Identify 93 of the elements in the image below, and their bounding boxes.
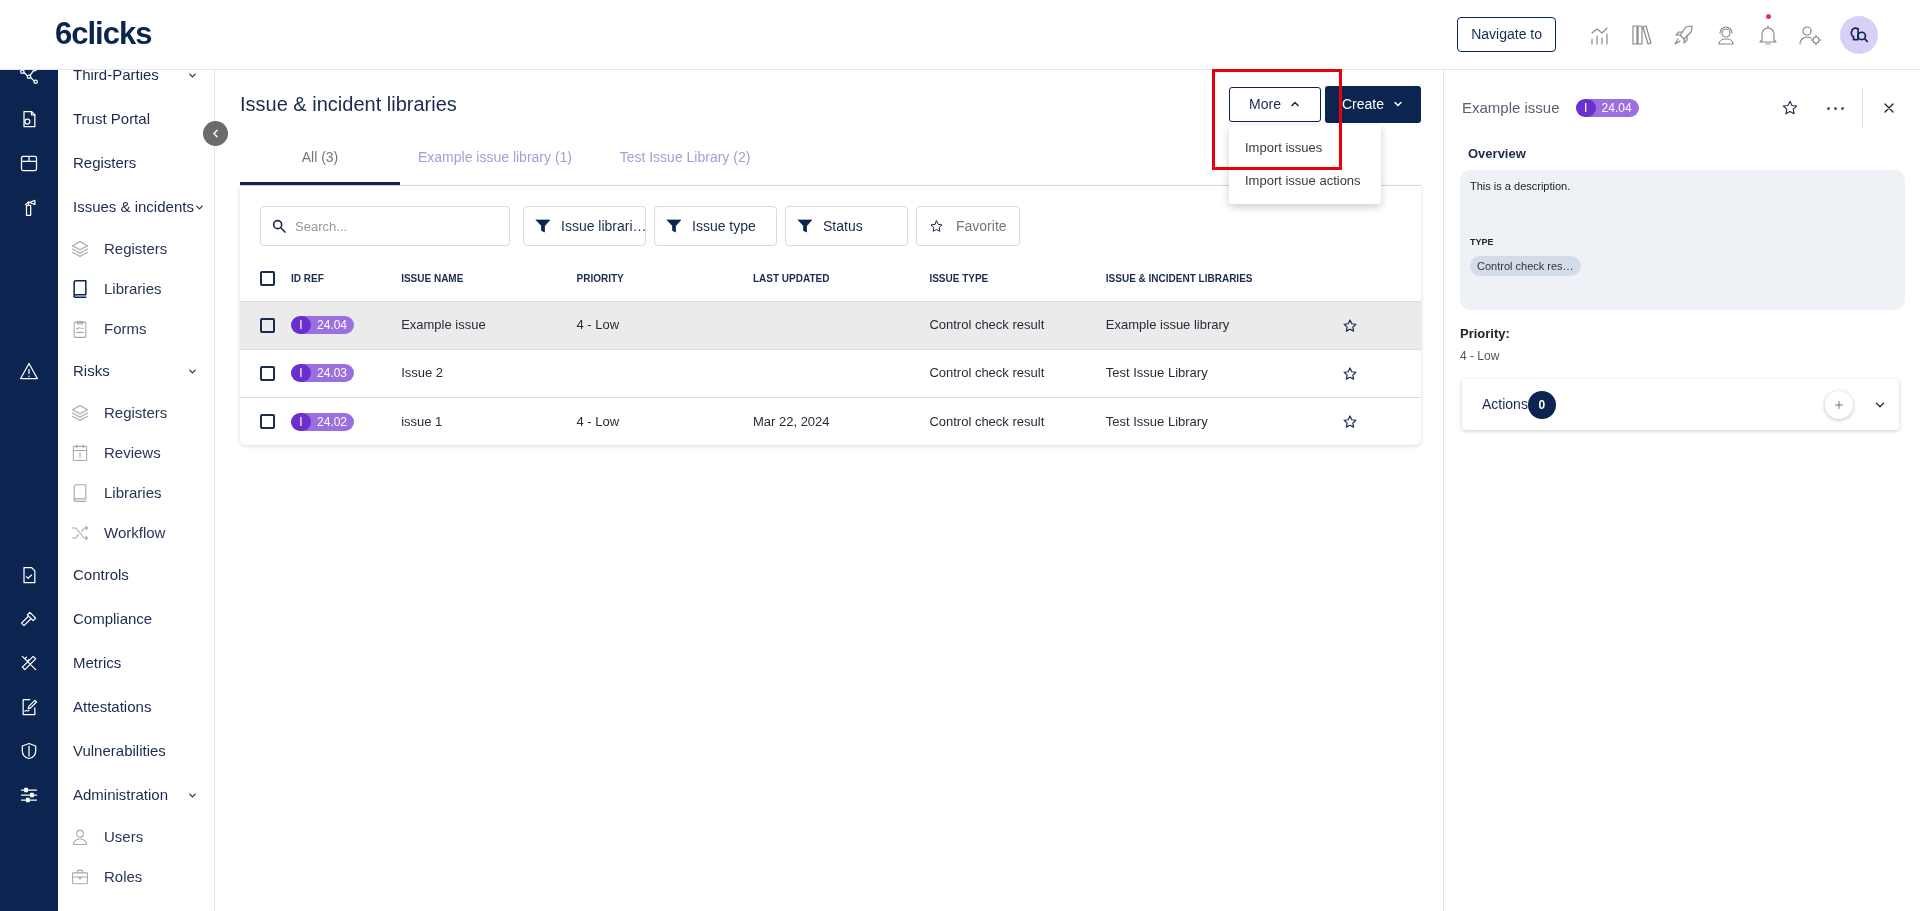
column-header: ISSUE NAME: [401, 272, 464, 284]
table-cell: 4 - Low: [576, 413, 620, 429]
sidebar-item[interactable]: Issues & incidents: [58, 185, 205, 229]
row-checkbox[interactable]: [260, 413, 275, 429]
funnel-icon: [534, 217, 552, 235]
sidebar-item[interactable]: Vulnerabilities: [58, 729, 198, 773]
field-label: TYPE: [1470, 236, 1495, 249]
menu-item[interactable]: Import issues: [1229, 130, 1381, 164]
tab[interactable]: All (3): [240, 134, 400, 185]
select-all-checkbox[interactable]: [260, 270, 275, 286]
table-cell: Control check result: [929, 365, 1045, 381]
count-badge: 0: [1527, 390, 1556, 419]
network-icon[interactable]: [19, 70, 39, 85]
favorite-star-icon[interactable]: [1342, 365, 1359, 382]
assistant-button[interactable]: [1840, 15, 1878, 54]
funnel-icon: [665, 217, 683, 235]
logo: 6clicks: [55, 15, 152, 54]
sidebar-item[interactable]: Users: [58, 817, 198, 857]
priority-value: 4 - Low: [1460, 348, 1501, 365]
sidebar-item[interactable]: Trust Portal: [58, 97, 198, 141]
column-header: LAST UPDATED: [752, 272, 830, 284]
funnel-icon: [796, 217, 814, 235]
rocket-icon: [1672, 22, 1696, 47]
sidebar-item[interactable]: Libraries: [58, 269, 198, 309]
panel-title: Example issue: [1462, 97, 1560, 118]
favorite-star-icon[interactable]: [1781, 99, 1799, 117]
favorite-filter-button[interactable]: Favorite: [916, 206, 1020, 246]
table-cell: Mar 22, 2024: [752, 413, 830, 429]
more-button[interactable]: More: [1229, 86, 1321, 122]
table-row[interactable]: I 24.03 Issue 2 Control check result Test Issue Library: [240, 349, 1421, 397]
table-row[interactable]: I 24.02 issue 1 4 - Low Mar 22, 2024 Control check result Test Issue Library: [240, 397, 1421, 445]
table-cell: Control check result: [929, 317, 1045, 333]
sidebar-item[interactable]: Forms: [58, 309, 198, 349]
collapse-sidebar-button[interactable]: [203, 121, 228, 146]
table-cell: Control check result: [929, 413, 1045, 429]
id-badge: I 24.03: [291, 364, 354, 383]
books-icon: [1630, 22, 1654, 47]
type-tag: Control check res…: [1470, 255, 1581, 276]
ruler-pencil-icon[interactable]: [19, 653, 39, 673]
section-label: Actions: [1482, 395, 1528, 414]
sidebar-item[interactable]: Registers: [58, 141, 198, 185]
filter-button[interactable]: Status: [785, 206, 908, 246]
id-badge: I 24.02: [291, 412, 354, 431]
sidebar-item[interactable]: Attestations: [58, 685, 198, 729]
sidebar-item[interactable]: Libraries: [58, 473, 198, 513]
filter-button[interactable]: Issue type: [654, 206, 777, 246]
sidebar-item[interactable]: Metrics: [58, 641, 198, 685]
box-icon[interactable]: [19, 153, 39, 173]
table-cell: Example issue: [401, 317, 486, 333]
id-badge: I 24.04: [291, 316, 354, 335]
search-field[interactable]: Search...: [260, 206, 510, 246]
table-cell: Issue 2: [401, 365, 444, 381]
page-title: Issue & incident libraries: [240, 92, 457, 116]
column-header: ISSUE TYPE: [929, 272, 989, 284]
sidebar-item[interactable]: Registers: [58, 229, 198, 269]
row-checkbox[interactable]: [260, 365, 275, 381]
shield-icon[interactable]: [19, 741, 39, 761]
table-cell: Example issue library: [1105, 317, 1230, 333]
hammer-icon[interactable]: [19, 609, 39, 629]
favorite-star-icon[interactable]: [1342, 414, 1359, 431]
sidebar-item[interactable]: Roles: [58, 857, 198, 897]
column-header: ID REF: [291, 272, 324, 284]
table-cell: 4 - Low: [576, 317, 620, 333]
table-row[interactable]: I 24.04 Example issue 4 - Low Control check result Example issue library: [240, 301, 1421, 349]
menu-item[interactable]: Import issue actions: [1229, 164, 1381, 198]
star-icon: [929, 218, 944, 234]
rocket-button[interactable]: [1672, 22, 1696, 47]
filter-button[interactable]: Issue librari…: [523, 206, 646, 246]
description-text: This is a description.: [1470, 178, 1572, 194]
warning-icon[interactable]: [19, 361, 39, 381]
sidebar-item[interactable]: Registers: [58, 393, 198, 433]
column-header: PRIORITY: [576, 272, 624, 284]
section-label: Overview: [1468, 145, 1527, 163]
column-header: ISSUE & INCIDENT LIBRARIES: [1105, 272, 1253, 284]
sidebar-item[interactable]: Workflow: [58, 513, 198, 553]
sliders-icon[interactable]: [19, 785, 39, 805]
search-icon: [271, 218, 287, 234]
row-checkbox[interactable]: [260, 317, 275, 333]
table-cell: Test Issue Library: [1105, 413, 1208, 429]
sidebar-item[interactable]: Controls: [58, 553, 198, 597]
sidebar-item[interactable]: Compliance: [58, 597, 198, 641]
more-options-icon[interactable]: [1827, 106, 1844, 110]
sidebar-item[interactable]: Administration: [58, 773, 198, 817]
navigate-button[interactable]: Navigate to: [1457, 17, 1556, 52]
favorite-star-icon[interactable]: [1342, 317, 1359, 334]
sidebar-item[interactable]: Risks: [58, 349, 198, 393]
create-button[interactable]: Create: [1325, 85, 1421, 123]
id-badge: I 24.04: [1575, 99, 1639, 117]
table-cell: issue 1: [401, 413, 443, 429]
field-label: Priority:: [1460, 324, 1511, 343]
sidebar-item[interactable]: Reviews: [58, 433, 198, 473]
books-button[interactable]: [1630, 22, 1654, 47]
table-cell: Test Issue Library: [1105, 365, 1208, 381]
